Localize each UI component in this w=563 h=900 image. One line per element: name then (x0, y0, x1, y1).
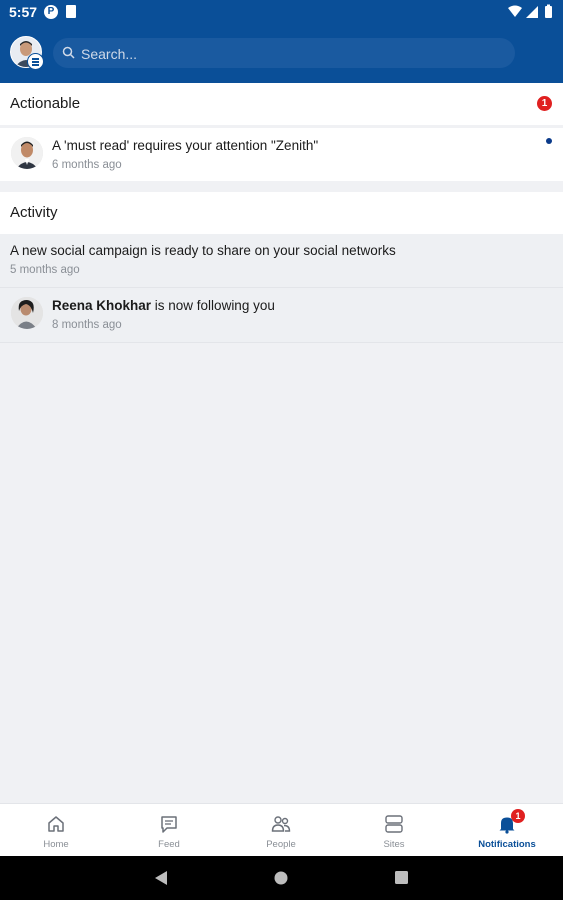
tab-label: Notifications (478, 839, 536, 850)
notification-time: 5 months ago (10, 264, 80, 276)
notification-item-social-campaign[interactable]: A new social campaign is ready to share … (0, 234, 563, 287)
follower-name[interactable]: Reena Khokhar (52, 298, 151, 313)
bottom-tab-bar: Home Feed People Sites 1 Notifications (0, 803, 563, 857)
actionable-section-header: Actionable 1 (0, 83, 563, 125)
list-divider (0, 342, 563, 343)
notification-text: Reena Khokhar is now following you (52, 298, 275, 313)
tab-label: Feed (158, 839, 180, 850)
actionable-count-badge: 1 (537, 96, 552, 111)
tab-label: Sites (383, 839, 405, 850)
parking-notification-icon: P (44, 5, 58, 19)
feed-icon (161, 816, 177, 833)
notification-item-new-follower[interactable]: Reena Khokhar is now following you 8 mon… (0, 288, 563, 342)
recents-icon[interactable] (395, 871, 408, 884)
tab-label: People (266, 839, 296, 850)
notifications-badge: 1 (511, 809, 525, 823)
section-title-actionable: Actionable (10, 95, 81, 112)
notification-item-must-read[interactable]: A 'must read' requires your attention "Z… (0, 128, 563, 181)
status-time: 5:57 (9, 4, 38, 20)
notification-time: 8 months ago (52, 319, 122, 331)
tab-people[interactable]: People (225, 804, 337, 857)
unread-indicator (546, 138, 552, 144)
app-header (0, 24, 563, 83)
tab-sites[interactable]: Sites (338, 804, 450, 857)
sender-avatar (11, 137, 43, 169)
sd-card-icon (66, 5, 76, 18)
activity-section-header: Activity (0, 192, 563, 234)
home-icon (48, 816, 64, 832)
profile-menu-button[interactable] (10, 36, 44, 70)
tab-notifications[interactable]: 1 Notifications (451, 804, 563, 857)
home-nav-icon[interactable] (274, 871, 288, 885)
notification-time: 6 months ago (52, 159, 122, 171)
back-icon[interactable] (154, 870, 168, 886)
search-input[interactable] (79, 38, 503, 70)
tab-label: Home (43, 839, 69, 850)
status-indicators-icon (508, 4, 552, 18)
notification-text: A 'must read' requires your attention "Z… (52, 138, 319, 153)
tab-feed[interactable]: Feed (113, 804, 225, 857)
search-icon (62, 46, 75, 59)
status-bar: 5:57 P (0, 0, 563, 24)
menu-icon (27, 53, 44, 70)
notification-text: A new social campaign is ready to share … (10, 243, 396, 258)
tab-home[interactable]: Home (0, 804, 112, 857)
system-navigation-bar (0, 856, 563, 900)
sites-icon (385, 815, 403, 833)
people-icon (271, 816, 291, 832)
section-title-activity: Activity (10, 204, 58, 221)
follower-avatar (11, 297, 43, 329)
search-bar[interactable] (53, 38, 515, 70)
notification-text-suffix: is now following you (151, 298, 275, 313)
